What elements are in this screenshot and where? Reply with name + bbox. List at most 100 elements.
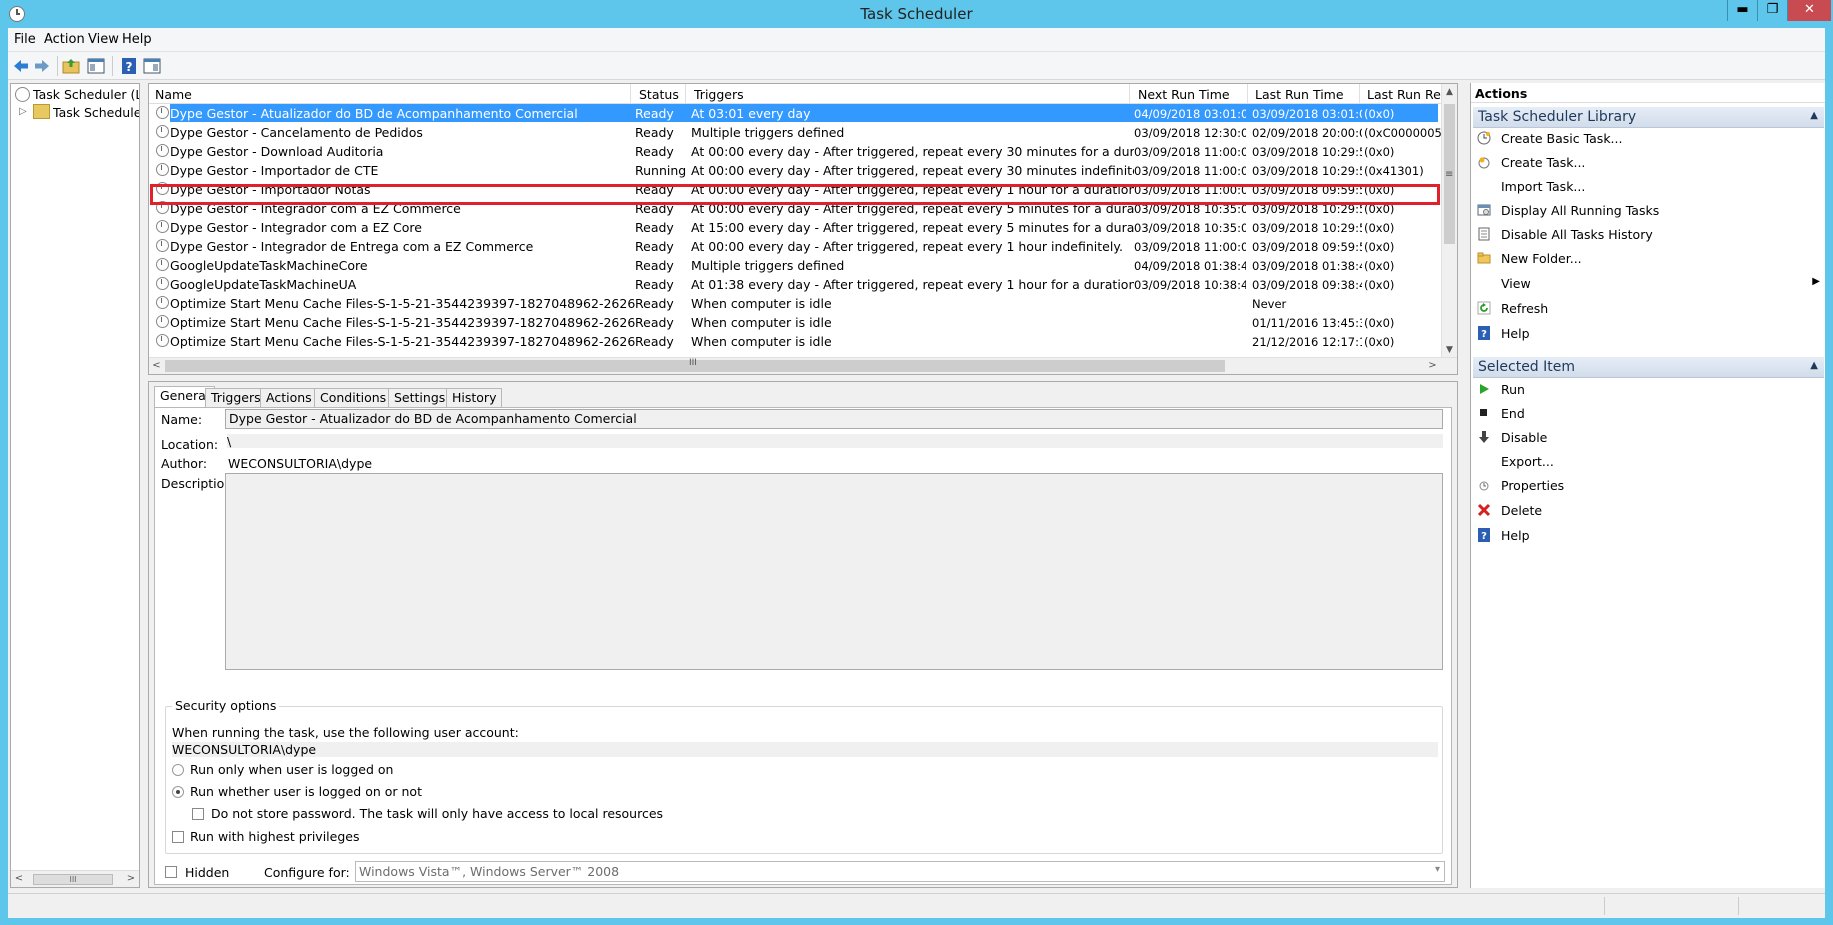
column-divider[interactable] xyxy=(1247,84,1248,103)
properties-icon xyxy=(1479,481,1489,491)
no-store-password-checkbox[interactable] xyxy=(192,808,204,820)
menu-file[interactable]: File xyxy=(14,32,36,47)
name-field[interactable]: Dype Gestor - Atualizador do BD de Acomp… xyxy=(225,409,1443,429)
action-create-basic-task[interactable]: Create Basic Task... xyxy=(1477,129,1822,149)
table-row[interactable]: Dype Gestor - Download Auditoria Ready At … xyxy=(149,142,1444,161)
task-list-horizontal-scrollbar[interactable]: < III > xyxy=(149,357,1457,374)
maximize-button[interactable]: ❐ xyxy=(1757,0,1787,21)
action-export[interactable]: Export... xyxy=(1477,452,1822,472)
author-field[interactable]: WECONSULTORIA\dype xyxy=(228,456,372,471)
column-divider[interactable] xyxy=(685,84,686,103)
tree-node-library[interactable]: Task Scheduler Library xyxy=(53,105,139,120)
task-status-cell: Ready xyxy=(635,315,674,330)
table-row[interactable]: Dype Gestor - Integrador de Entrega com … xyxy=(149,237,1444,256)
help-icon[interactable]: ? xyxy=(120,57,138,75)
task-triggers-cell: Multiple triggers defined xyxy=(691,125,845,140)
tab-settings[interactable]: Settings xyxy=(388,388,452,407)
column-header-next-run[interactable]: Next Run Time xyxy=(1138,87,1230,102)
highest-privileges-checkbox[interactable] xyxy=(172,831,184,843)
action-disable[interactable]: Disable xyxy=(1477,428,1822,448)
task-clock-icon xyxy=(156,144,169,157)
table-row[interactable]: Dype Gestor - Cancelamento de Pedidos Rea… xyxy=(149,123,1444,142)
show-hide-console-tree-icon[interactable] xyxy=(87,57,105,75)
table-row[interactable]: Optimize Start Menu Cache Files-S-1-5-21… xyxy=(149,313,1444,332)
action-disable-history[interactable]: Disable All Tasks History xyxy=(1477,225,1822,245)
action-end[interactable]: End xyxy=(1477,404,1822,424)
table-row[interactable]: Dype Gestor - Integrador com a EZ Core Re… xyxy=(149,218,1444,237)
selected-item-section[interactable]: Selected Item ▲ xyxy=(1473,357,1824,378)
tab-history[interactable]: History xyxy=(446,388,503,407)
task-triggers-cell: At 01:38 every day - After triggered, re… xyxy=(691,277,1134,292)
action-help[interactable]: ? Help xyxy=(1477,324,1822,344)
action-help-selected[interactable]: ? Help xyxy=(1477,526,1822,546)
table-row[interactable]: GoogleUpdateTaskMachineCore Ready Multiple… xyxy=(149,256,1444,275)
action-new-folder[interactable]: New Folder... xyxy=(1477,249,1822,269)
action-properties[interactable]: Properties xyxy=(1477,476,1822,496)
run-logged-on-radio[interactable] xyxy=(172,764,184,776)
collapse-icon[interactable]: ▲ xyxy=(1810,110,1818,121)
tree-node-root[interactable]: Task Scheduler (Local) xyxy=(33,87,139,102)
action-delete[interactable]: Delete xyxy=(1477,501,1822,521)
action-run[interactable]: Run xyxy=(1477,380,1822,400)
scroll-left-icon[interactable]: < xyxy=(11,871,27,887)
menu-view[interactable]: View xyxy=(88,32,119,47)
tree-horizontal-scrollbar[interactable]: < III > xyxy=(11,870,139,887)
minimize-button[interactable]: ▬ xyxy=(1727,0,1757,21)
highest-privileges-label[interactable]: Run with highest privileges xyxy=(190,829,359,844)
no-store-password-label[interactable]: Do not store password. The task will onl… xyxy=(211,806,663,821)
close-button[interactable]: ✕ xyxy=(1787,0,1831,21)
action-refresh[interactable]: Refresh xyxy=(1477,299,1822,319)
column-divider[interactable] xyxy=(1129,84,1130,103)
scroll-thumb[interactable]: III xyxy=(33,874,113,885)
table-row[interactable]: Optimize Start Menu Cache Files-S-1-5-21… xyxy=(149,332,1444,351)
run-whether-label[interactable]: Run whether user is logged on or not xyxy=(190,784,422,799)
expand-arrow-icon[interactable]: ▷ xyxy=(19,106,27,117)
column-header-triggers[interactable]: Triggers xyxy=(694,87,744,102)
forward-arrow-icon[interactable] xyxy=(33,57,51,75)
scroll-down-icon[interactable]: ▼ xyxy=(1442,342,1457,358)
back-arrow-icon[interactable] xyxy=(12,57,30,75)
scroll-right-icon[interactable]: > xyxy=(1425,358,1440,374)
task-scheduler-library-section[interactable]: Task Scheduler Library ▲ xyxy=(1473,107,1824,128)
table-row[interactable]: Dype Gestor - Atualizador do BD de Acomp… xyxy=(149,104,1444,123)
task-clock-icon xyxy=(156,125,169,138)
table-row[interactable]: GoogleUpdateTaskMachineUA Ready At 01:38 e… xyxy=(149,275,1444,294)
hidden-label[interactable]: Hidden xyxy=(185,865,229,880)
scroll-left-icon[interactable]: < xyxy=(149,358,164,374)
action-import-task[interactable]: Import Task... xyxy=(1477,177,1822,197)
column-header-status[interactable]: Status xyxy=(639,87,679,102)
action-display-running-tasks[interactable]: Display All Running Tasks xyxy=(1477,201,1822,221)
scroll-right-icon[interactable]: > xyxy=(123,871,139,887)
table-row[interactable]: Optimize Start Menu Cache Files-S-1-5-21… xyxy=(149,294,1444,313)
column-divider[interactable] xyxy=(630,84,631,103)
task-list-header: Name Status Triggers Next Run Time Last … xyxy=(149,84,1457,104)
collapse-icon[interactable]: ▲ xyxy=(1810,360,1818,371)
menu-help[interactable]: Help xyxy=(122,32,152,47)
task-last-run-cell: 03/09/2018 10:29:59 xyxy=(1252,145,1362,159)
action-create-task[interactable]: Create Task... xyxy=(1477,153,1822,173)
scroll-up-icon[interactable]: ▲ xyxy=(1442,84,1457,100)
table-row[interactable]: Dype Gestor - Importador de CTE Running At… xyxy=(149,161,1444,180)
column-divider[interactable] xyxy=(1359,84,1360,103)
section-title: Selected Item xyxy=(1478,359,1576,375)
chevron-down-icon[interactable]: ▾ xyxy=(1435,864,1440,875)
menu-action[interactable]: Action xyxy=(44,32,85,47)
column-header-name[interactable]: Name xyxy=(155,87,192,102)
tab-actions[interactable]: Actions xyxy=(260,388,318,407)
run-whether-radio[interactable] xyxy=(172,786,184,798)
location-field[interactable]: \ xyxy=(227,434,1443,449)
hidden-checkbox[interactable] xyxy=(165,866,177,878)
action-view[interactable]: View ▶ xyxy=(1477,274,1822,294)
run-logged-on-label[interactable]: Run only when user is logged on xyxy=(190,762,393,777)
task-list-vertical-scrollbar[interactable]: ▲ ≡ ▼ xyxy=(1441,84,1457,358)
column-header-last-run[interactable]: Last Run Time xyxy=(1255,87,1344,102)
tab-triggers[interactable]: Triggers xyxy=(205,388,267,407)
general-tab-panel: Name: Dype Gestor - Atualizador do BD de… xyxy=(154,407,1452,885)
tab-conditions[interactable]: Conditions xyxy=(314,388,393,407)
show-hide-action-pane-icon[interactable] xyxy=(143,57,161,75)
up-folder-icon[interactable] xyxy=(62,57,80,75)
clock-icon xyxy=(15,87,30,102)
description-field[interactable] xyxy=(225,473,1443,670)
user-account-field[interactable]: WECONSULTORIA\dype xyxy=(172,742,1438,757)
configure-for-select[interactable]: Windows Vista™, Windows Server™ 2008 ▾ xyxy=(355,861,1445,882)
